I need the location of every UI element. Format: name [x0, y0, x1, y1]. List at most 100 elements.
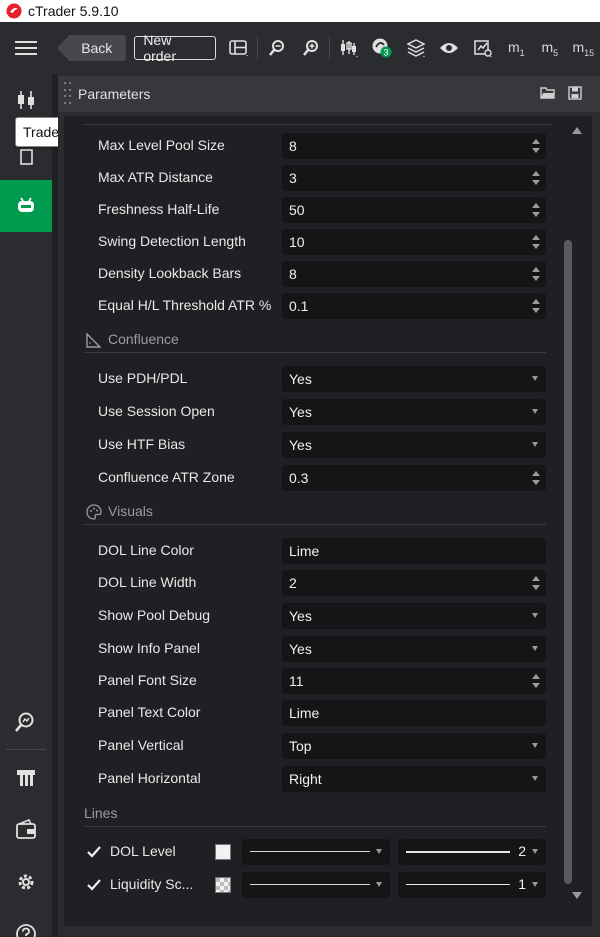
panel-title: Parameters: [78, 86, 151, 102]
param-select[interactable]: Yes: [282, 366, 546, 392]
param-label: Use Session Open: [98, 403, 215, 419]
param-row: Freshness Half-Life 50: [64, 197, 554, 223]
indicators-icon[interactable]: 3: [366, 22, 399, 74]
line-width-value: 1: [518, 876, 526, 892]
parameters-list[interactable]: Max Level Pool Size 8 Max ATR Distance 3…: [64, 116, 592, 926]
chevron-down-icon: [532, 882, 538, 887]
timeframe-m1-button[interactable]: m1: [500, 22, 533, 74]
chevron-down-icon: [532, 409, 538, 414]
param-value: 8: [289, 138, 297, 154]
param-row: Show Info Panel Yes: [64, 636, 554, 662]
line-width-select[interactable]: 2: [398, 839, 546, 865]
param-select[interactable]: Yes: [282, 432, 546, 458]
line-color-swatch[interactable]: [215, 844, 231, 860]
analyze-nav-button[interactable]: [0, 696, 52, 748]
layers-icon[interactable]: [399, 22, 432, 74]
param-number-input[interactable]: 8: [282, 133, 546, 159]
scroll-down-icon[interactable]: [572, 892, 582, 900]
section-header-lines: Lines: [84, 804, 546, 827]
timeframe-sub: 5: [553, 47, 559, 58]
line-color-swatch[interactable]: [215, 877, 231, 893]
timeframe-m15-button[interactable]: m15: [567, 22, 600, 74]
param-color-input[interactable]: Lime: [282, 538, 546, 564]
spinner-arrows-icon[interactable]: [532, 234, 540, 250]
param-value: 8: [289, 266, 297, 282]
section-header-confluence: Confluence: [84, 330, 546, 353]
param-number-input[interactable]: 0.1: [282, 293, 546, 319]
param-value: Yes: [289, 641, 312, 657]
wallet-nav-button[interactable]: [0, 804, 52, 856]
param-number-input[interactable]: 0.3: [282, 465, 546, 491]
spinner-arrows-icon[interactable]: [532, 170, 540, 186]
param-color-input[interactable]: Lime: [282, 700, 546, 726]
param-row: Panel Font Size 11: [64, 668, 554, 694]
new-order-button[interactable]: New order: [134, 32, 216, 64]
param-row: Max ATR Distance 3: [64, 165, 554, 191]
sidebar-divider: [6, 749, 46, 750]
zoom-out-icon[interactable]: [260, 22, 293, 74]
param-label: Panel Font Size: [98, 672, 197, 688]
param-select[interactable]: Yes: [282, 603, 546, 629]
param-value: Top: [289, 738, 312, 754]
drag-handle-icon[interactable]: [64, 82, 72, 106]
param-number-input[interactable]: 10: [282, 229, 546, 255]
section-divider: [84, 524, 546, 525]
timeframe-m5-button[interactable]: m5: [533, 22, 566, 74]
candles-icon: [18, 91, 34, 109]
param-number-input[interactable]: 50: [282, 197, 546, 223]
timeframe-sub: 1: [519, 47, 525, 58]
toolbar-divider: [257, 37, 259, 59]
line-style-select[interactable]: [242, 839, 390, 865]
chart-type-icon[interactable]: [332, 22, 365, 74]
line-style-select[interactable]: [242, 872, 390, 898]
spinner-arrows-icon[interactable]: [532, 575, 540, 591]
menu-icon[interactable]: [0, 22, 51, 74]
layout-icon[interactable]: [222, 22, 255, 74]
back-button[interactable]: Back: [57, 35, 127, 61]
param-number-input[interactable]: 2: [282, 570, 546, 596]
param-value: 50: [289, 202, 305, 218]
param-label: Equal H/L Threshold ATR %: [98, 297, 272, 313]
spinner-arrows-icon[interactable]: [532, 138, 540, 154]
palette-icon: [86, 504, 102, 520]
param-select[interactable]: Top: [282, 733, 546, 759]
param-select[interactable]: Yes: [282, 636, 546, 662]
line-width-select[interactable]: 1: [398, 872, 546, 898]
param-label: Panel Vertical: [98, 737, 184, 753]
param-number-input[interactable]: 11: [282, 668, 546, 694]
save-icon[interactable]: [568, 86, 582, 103]
spinner-arrows-icon[interactable]: [532, 298, 540, 314]
chart-settings-icon[interactable]: [466, 22, 499, 74]
ruler-triangle-icon: [86, 332, 102, 348]
param-select[interactable]: Right: [282, 766, 546, 792]
checkmark-icon[interactable]: [86, 877, 102, 893]
chevron-down-icon: [532, 646, 538, 651]
settings-nav-button[interactable]: [0, 856, 52, 908]
spinner-arrows-icon[interactable]: [532, 470, 540, 486]
parameters-panel: Parameters Max Level Pool Size 8 Max ATR…: [58, 74, 600, 937]
section-divider: [84, 826, 546, 827]
market-nav-button[interactable]: [0, 752, 52, 804]
scrollbar-thumb[interactable]: [564, 240, 572, 884]
spinner-arrows-icon[interactable]: [532, 202, 540, 218]
open-folder-icon[interactable]: [540, 86, 556, 103]
param-label: DOL Line Width: [98, 574, 197, 590]
param-label: Panel Horizontal: [98, 770, 201, 786]
param-select[interactable]: Yes: [282, 399, 546, 425]
zoom-in-icon[interactable]: [294, 22, 327, 74]
checkmark-icon[interactable]: [86, 844, 102, 860]
param-value: Yes: [289, 371, 312, 387]
scroll-up-icon[interactable]: [572, 126, 582, 134]
chevron-down-icon: [532, 442, 538, 447]
param-label: Density Lookback Bars: [98, 265, 242, 281]
section-title: Visuals: [108, 503, 153, 519]
param-number-input[interactable]: 3: [282, 165, 546, 191]
algo-nav-button[interactable]: [0, 180, 52, 232]
param-label: Freshness Half-Life: [98, 201, 220, 217]
chevron-down-icon: [532, 743, 538, 748]
eye-icon[interactable]: [433, 22, 466, 74]
help-nav-button[interactable]: [0, 908, 52, 937]
spinner-arrows-icon[interactable]: [532, 266, 540, 282]
param-number-input[interactable]: 8: [282, 261, 546, 287]
spinner-arrows-icon[interactable]: [532, 673, 540, 689]
